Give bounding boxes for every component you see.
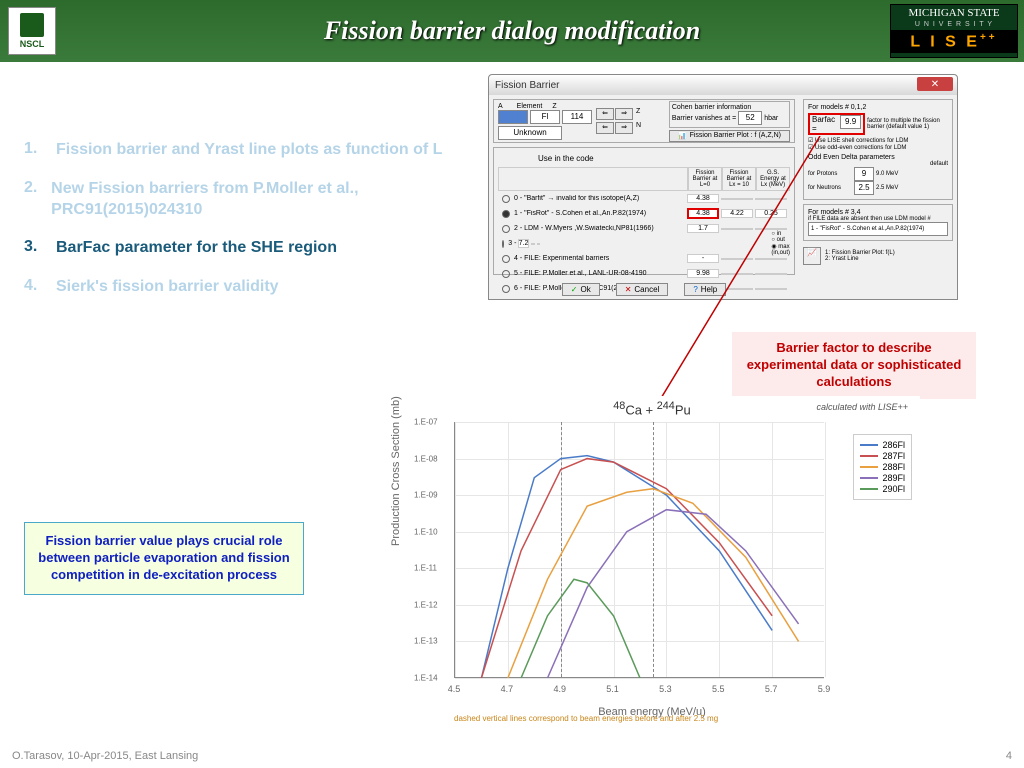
- fission-barrier-dialog: Fission Barrier ✕ AElementZ Fl 114 Unkno…: [488, 74, 958, 300]
- dialog-titlebar: Fission Barrier ✕: [489, 75, 957, 95]
- chart-legend: 286Fl287Fl288Fl289Fl290Fl: [853, 434, 912, 500]
- ok-button[interactable]: ✓Ok: [562, 283, 600, 296]
- header: NSCL Fission barrier dialog modification…: [0, 0, 1024, 62]
- element-symbol-field[interactable]: Fl: [530, 110, 560, 124]
- msu-lise-logo: MICHIGAN STATE U N I V E R S I T Y L I S…: [890, 4, 1018, 58]
- cross-section-chart: 48Ca + 244Pu calculated with LISE++ Prod…: [384, 396, 920, 722]
- use-in-code-group: Use in the code Fission Barrier at L=0Fi…: [493, 147, 795, 275]
- z-left-button[interactable]: ⇐: [596, 108, 614, 120]
- barfac-field[interactable]: 9.9: [840, 115, 861, 129]
- plot-azn-button[interactable]: 📊 Fission Barrier Plot : f (A,Z,N): [669, 130, 790, 142]
- z-right-button[interactable]: ⇒: [615, 108, 633, 120]
- red-callout: Barrier factor to describe experimental …: [732, 332, 976, 399]
- outline-item: 1.Fission barrier and Yrast line plots a…: [24, 140, 444, 161]
- slide-title: Fission barrier dialog modification: [324, 16, 700, 46]
- close-icon[interactable]: ✕: [917, 77, 953, 91]
- models-012-group: For models # 0,1,2 Barfac = 9.9 factor t…: [803, 99, 953, 200]
- model-row[interactable]: 0 - "Barfit" → invalid for this isotope(…: [498, 191, 790, 206]
- n-right-button[interactable]: ⇒: [615, 122, 633, 134]
- model-row[interactable]: 4 - FILE: Experimental barriers-: [498, 251, 790, 266]
- outline-list: 1.Fission barrier and Yrast line plots a…: [24, 140, 444, 316]
- plot-fl-button[interactable]: 📈: [803, 247, 821, 265]
- outline-item: 3.BarFac parameter for the SHE region: [24, 238, 444, 259]
- green-callout: Fission barrier value plays crucial role…: [24, 522, 304, 595]
- n-left-button[interactable]: ⇐: [596, 122, 614, 134]
- outline-item: 4.Sierk's fission barrier validity: [24, 277, 444, 298]
- element-z-field[interactable]: 114: [562, 110, 592, 124]
- model-row[interactable]: 1 - "FisRot" - S.Cohen et al.,An.P.82(19…: [498, 206, 790, 221]
- model-row[interactable]: 2 - LDM - W.Myers ,W.Swiatecki,NP81(1966…: [498, 221, 790, 236]
- cancel-button[interactable]: ✕Cancel: [616, 283, 669, 296]
- footer: O.Tarasov, 10-Apr-2015, East Lansing 4: [12, 750, 1012, 762]
- element-group: AElementZ Fl 114 Unknown ⇐⇒Z ⇐⇒N Cohen b…: [493, 99, 795, 143]
- chart-title: 48Ca + 244Pu: [613, 400, 690, 417]
- nscl-logo: NSCL: [8, 7, 56, 55]
- barfac-highlight: Barfac = 9.9: [808, 113, 865, 135]
- model-row[interactable]: 3 - FILE: A.Mamdouth et al,NPA679(2001)3…: [498, 236, 790, 251]
- help-button[interactable]: ?Help: [684, 283, 726, 296]
- models-34-group: For models # 3,4 if FILE data are absent…: [803, 204, 953, 241]
- outline-item: 2.New Fission barriers from P.Moller et …: [24, 179, 444, 221]
